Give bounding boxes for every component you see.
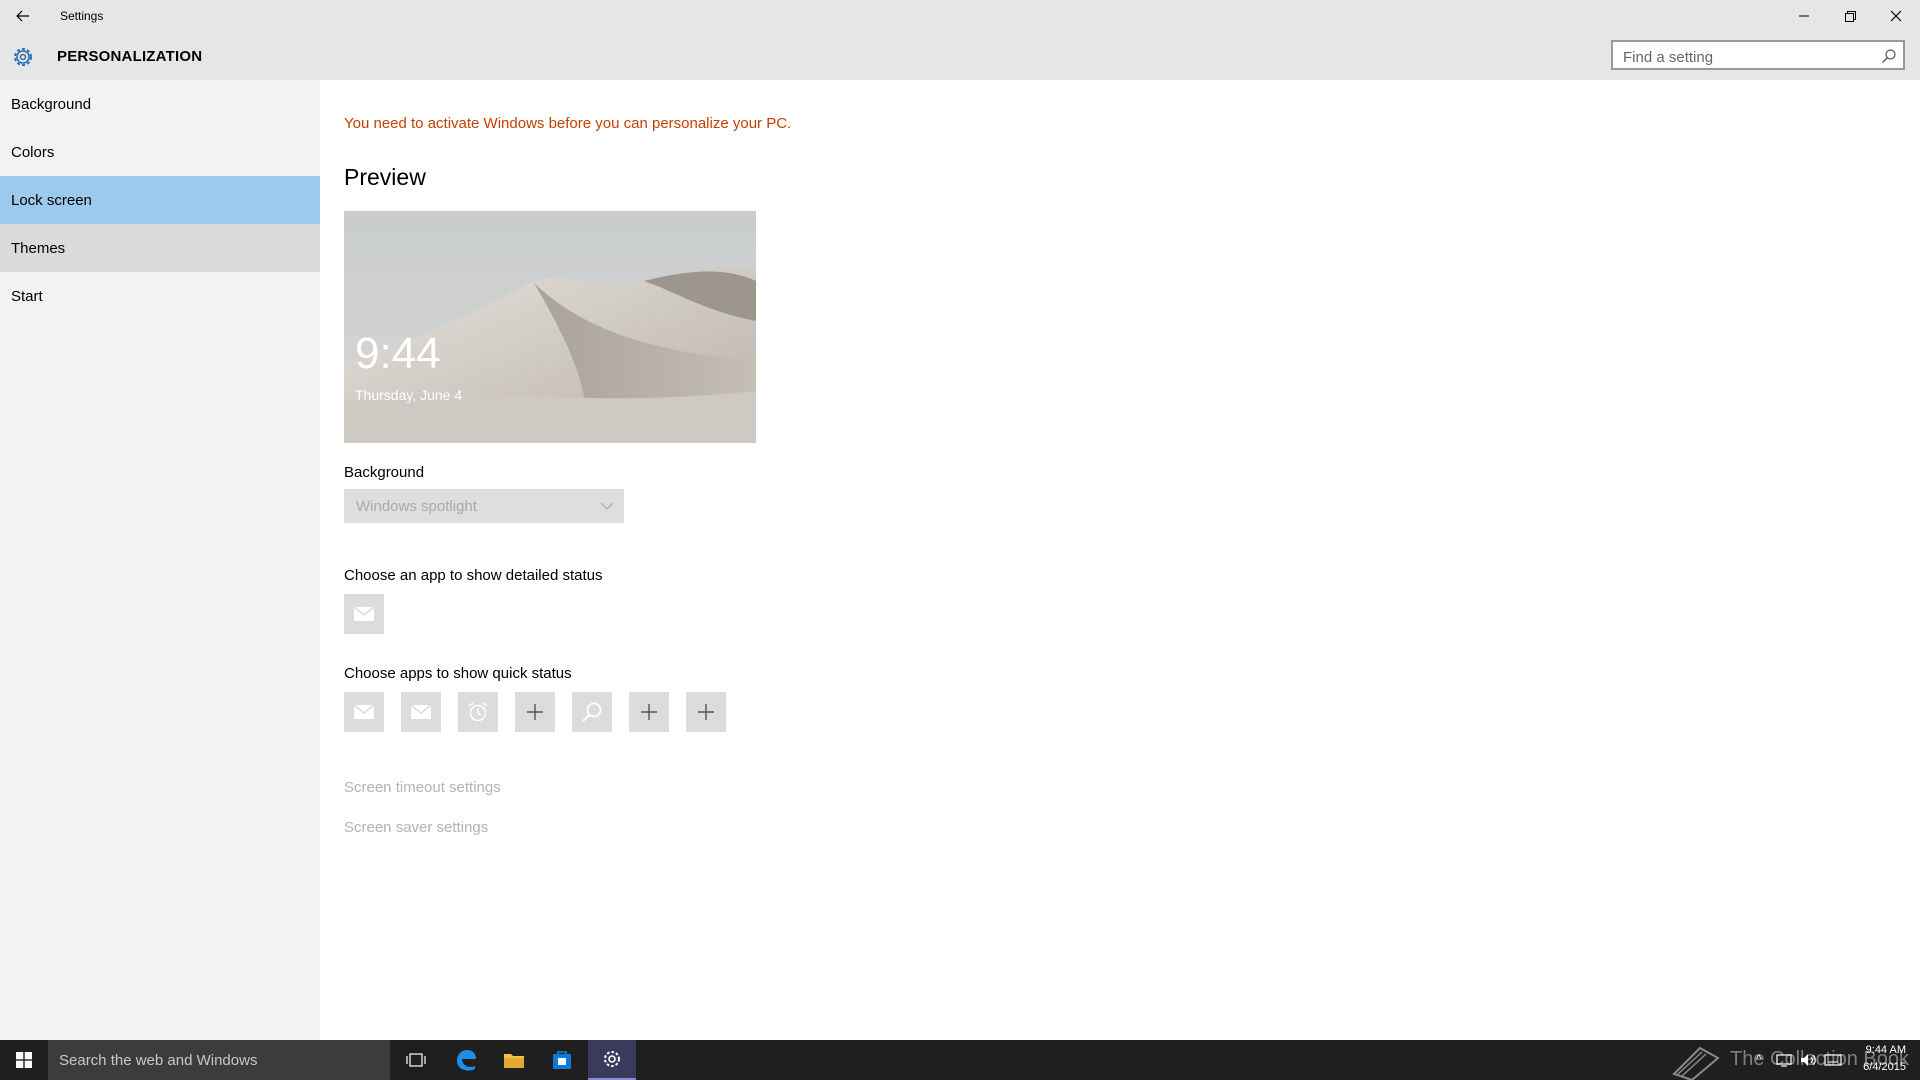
search-box[interactable] xyxy=(1611,40,1905,70)
activation-warning: You need to activate Windows before you … xyxy=(344,115,792,132)
quick-status-app-button-3[interactable] xyxy=(458,692,498,732)
sidebar-item-label: Themes xyxy=(11,239,66,257)
search-icon xyxy=(582,702,602,722)
sidebar-item-label: Colors xyxy=(11,143,55,161)
taskbar-clock-time[interactable]: 9:44 AM xyxy=(1850,1044,1906,1056)
mail-icon xyxy=(354,607,374,621)
mail-icon xyxy=(411,705,431,719)
sidebar-item-background[interactable]: Background xyxy=(0,80,320,128)
volume-icon[interactable] xyxy=(1800,1052,1818,1068)
background-dropdown-value: Windows spotlight xyxy=(356,497,477,515)
minimize-icon xyxy=(1799,15,1809,17)
store-icon xyxy=(553,1051,571,1069)
window-title: Settings xyxy=(60,9,104,23)
search-input[interactable] xyxy=(1621,46,1875,68)
quick-status-add-button-1[interactable] xyxy=(515,692,555,732)
book-watermark-icon xyxy=(1672,1046,1720,1080)
windows-logo-icon xyxy=(16,1052,32,1068)
screen-saver-link[interactable]: Screen saver settings xyxy=(344,819,488,836)
mail-icon xyxy=(354,705,374,719)
chevron-down-icon xyxy=(600,502,614,510)
plus-icon xyxy=(698,704,714,720)
taskbar-store-button[interactable] xyxy=(538,1040,586,1080)
quick-status-add-button-2[interactable] xyxy=(629,692,669,732)
sidebar: Background Colors Lock screen Themes Sta… xyxy=(0,80,320,1040)
taskbar: Search the web and Windows The Collectio… xyxy=(0,1040,1920,1080)
quick-status-add-button-3[interactable] xyxy=(686,692,726,732)
page-title: PERSONALIZATION xyxy=(57,48,203,65)
back-button[interactable] xyxy=(0,0,46,32)
minimize-button[interactable] xyxy=(1781,0,1827,32)
sidebar-item-label: Background xyxy=(11,95,92,113)
preview-date: Thursday, June 4 xyxy=(355,387,463,403)
taskbar-settings-button[interactable] xyxy=(588,1040,636,1080)
preview-heading: Preview xyxy=(344,164,426,190)
close-button[interactable] xyxy=(1873,0,1919,32)
close-icon xyxy=(1890,10,1902,22)
app-header: PERSONALIZATION xyxy=(0,32,1920,80)
detailed-status-app-button[interactable] xyxy=(344,594,384,634)
detailed-status-label: Choose an app to show detailed status xyxy=(344,567,603,584)
taskbar-clock-date[interactable]: 6/4/2015 xyxy=(1850,1061,1906,1073)
network-icon[interactable] xyxy=(1776,1052,1792,1068)
taskbar-search-text: Search the web and Windows xyxy=(59,1051,258,1069)
taskbar-search-box[interactable]: Search the web and Windows xyxy=(48,1040,390,1080)
sidebar-item-colors[interactable]: Colors xyxy=(0,128,320,176)
main-content: You need to activate Windows before you … xyxy=(320,80,1920,1040)
restore-icon xyxy=(1844,10,1856,22)
background-label: Background xyxy=(344,464,425,481)
sidebar-item-label: Start xyxy=(11,287,43,305)
plus-icon xyxy=(641,704,657,720)
edge-browser-icon xyxy=(457,1050,476,1071)
folder-icon xyxy=(504,1054,524,1068)
taskbar-file-explorer-button[interactable] xyxy=(490,1040,538,1080)
lock-screen-preview: 9:44 Thursday, June 4 xyxy=(344,211,756,443)
quick-status-app-button-5[interactable] xyxy=(572,692,612,732)
quick-status-app-button-2[interactable] xyxy=(401,692,441,732)
restore-button[interactable] xyxy=(1827,0,1873,32)
gear-icon xyxy=(14,48,32,66)
screen-timeout-link[interactable]: Screen timeout settings xyxy=(344,779,501,796)
title-bar: Settings xyxy=(0,0,1920,32)
chevron-up-icon[interactable]: ^ xyxy=(1756,1052,1762,1066)
keyboard-icon[interactable] xyxy=(1824,1052,1842,1068)
quick-status-app-button-1[interactable] xyxy=(344,692,384,732)
plus-icon xyxy=(527,704,543,720)
start-button[interactable] xyxy=(0,1040,48,1080)
sidebar-item-lock-screen[interactable]: Lock screen xyxy=(0,176,320,224)
task-view-icon xyxy=(406,1053,426,1067)
alarm-icon xyxy=(468,702,488,722)
search-icon[interactable] xyxy=(1881,48,1897,64)
background-dropdown[interactable]: Windows spotlight xyxy=(344,489,624,523)
gear-icon xyxy=(604,1051,620,1067)
sidebar-item-start[interactable]: Start xyxy=(0,272,320,320)
preview-time: 9:44 xyxy=(355,329,441,378)
preview-image xyxy=(344,211,756,443)
sidebar-item-themes[interactable]: Themes xyxy=(0,224,320,272)
sidebar-item-label: Lock screen xyxy=(11,191,92,209)
taskbar-edge-button[interactable] xyxy=(442,1040,490,1080)
quick-status-label: Choose apps to show quick status xyxy=(344,665,572,682)
task-view-button[interactable] xyxy=(392,1040,440,1080)
back-arrow-icon xyxy=(16,10,29,22)
